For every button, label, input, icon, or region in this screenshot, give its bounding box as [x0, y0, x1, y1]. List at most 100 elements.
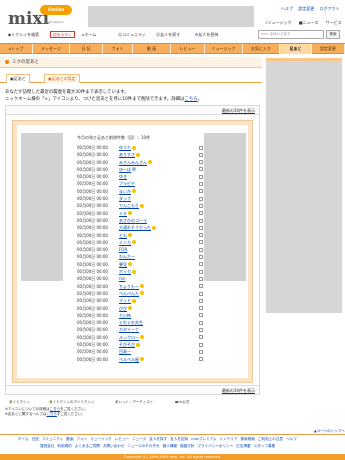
delete-checkbox[interactable] — [199, 320, 203, 325]
search-button[interactable]: 検索 — [326, 30, 340, 39]
show-latest-30-top[interactable]: 最新の30件を表示 — [222, 108, 255, 114]
visitor-name-link[interactable]: 夢見 — [119, 261, 132, 268]
invite-friends-link[interactable]: ✉友人を招待 — [195, 32, 218, 38]
delete-checkbox[interactable] — [199, 247, 203, 252]
right-ad-block[interactable] — [204, 133, 246, 281]
delete-checkbox[interactable] — [199, 276, 203, 281]
footer-info-link[interactable]: スタッフ募集 — [254, 444, 276, 448]
footer-nav-link[interactable]: 友人を探す — [149, 437, 167, 441]
delete-checkbox[interactable] — [199, 298, 203, 303]
visitor-name-link[interactable]: ルックロー — [119, 334, 144, 341]
delete-checkbox[interactable] — [199, 328, 203, 333]
note-icons-link[interactable]: こちら — [50, 407, 61, 411]
tab-diary[interactable]: 日 記 — [70, 44, 103, 54]
footer-nav-link[interactable]: フォト — [76, 437, 87, 441]
delete-checkbox[interactable] — [199, 255, 203, 260]
footer-nav-link[interactable]: 友人を招待 — [170, 437, 188, 441]
settings-link[interactable]: 設定変更 — [298, 6, 314, 11]
footer-info-link[interactable]: お問い合わせ — [103, 444, 125, 448]
delete-checkbox[interactable] — [199, 342, 203, 347]
visitor-name-link[interactable]: みさんみんさん — [119, 159, 152, 166]
tab-top[interactable]: ⌂トップ — [0, 44, 33, 54]
delete-checkbox[interactable] — [199, 349, 203, 354]
visitor-name-link[interactable]: ミキ — [119, 210, 132, 217]
tab-footprint-list[interactable]: ▣足あと — [6, 74, 30, 83]
visitor-name-link[interactable]: ミンカ — [119, 239, 136, 246]
visitor-name-link[interactable]: ボッカ — [119, 268, 136, 275]
footer-nav-link[interactable]: 検索検索 — [241, 437, 255, 441]
footer-info-link[interactable]: 広告掲載 — [236, 444, 250, 448]
delete-checkbox[interactable] — [199, 313, 203, 318]
top-ad-banner[interactable] — [88, 6, 254, 27]
visitor-name-link[interactable]: ゆーぽ — [119, 166, 136, 173]
details-link[interactable]: こちら — [184, 97, 197, 102]
delete-checkbox[interactable] — [199, 335, 203, 340]
footer-nav-link[interactable]: インテリア — [220, 437, 238, 441]
delete-checkbox[interactable] — [199, 233, 203, 238]
note-help-link[interactable]: こちら — [46, 412, 57, 416]
delete-checkbox[interactable] — [199, 291, 203, 296]
tab-review[interactable]: レビュー — [171, 44, 205, 54]
visitor-name-link[interactable]: ぐれぐれ先生 — [119, 319, 143, 326]
services-link[interactable]: サービス — [326, 20, 345, 25]
visitor-name-link[interactable]: FOR — [119, 246, 127, 253]
visitor-name-link[interactable]: ダッフ — [119, 195, 131, 202]
delete-checkbox[interactable] — [199, 203, 203, 208]
footer-nav-link[interactable]: ホーム — [18, 437, 29, 441]
visitor-name-link[interactable]: まいか — [119, 188, 136, 195]
footer-nav-link[interactable]: 動画 — [66, 437, 73, 441]
delete-checkbox[interactable] — [199, 306, 203, 311]
right-ad-banner[interactable] — [266, 58, 342, 313]
footer-info-link[interactable]: ニュースのそれぞれ — [127, 444, 159, 448]
delete-checkbox[interactable] — [199, 160, 203, 165]
visitor-name-link[interactable]: あさひのコーラ — [119, 217, 147, 224]
visitor-name-link[interactable]: わんだー — [119, 253, 135, 260]
visitor-name-link[interactable]: ぴぴ — [119, 305, 132, 312]
footer-nav-link[interactable]: 日記 — [32, 437, 39, 441]
footer-nav-link[interactable]: mixiプレミアム — [191, 437, 216, 441]
news-link[interactable]: ■ニュース — [299, 20, 322, 25]
visitor-name-link[interactable]: とも — [119, 232, 132, 239]
visitor-name-link[interactable]: でんこもり — [119, 202, 144, 209]
footer-info-link[interactable]: 利用規約 — [57, 444, 71, 448]
footer-nav-link[interactable]: ご利用上の注意 — [258, 437, 283, 441]
home-link[interactable]: ⌂ホーム — [82, 32, 96, 38]
visitor-name-link[interactable]: 大通れそうだった — [119, 224, 156, 231]
footer-nav-link[interactable]: ミュージック — [90, 437, 112, 441]
delete-checkbox[interactable] — [199, 152, 203, 157]
footer-info-link[interactable]: 運営会社 — [40, 444, 54, 448]
delete-checkbox[interactable] — [199, 225, 203, 230]
find-friends-link[interactable]: ☺友人を探す — [156, 32, 180, 38]
delete-checkbox[interactable] — [199, 196, 203, 201]
delete-checkbox[interactable] — [199, 284, 203, 289]
footer-info-link[interactable]: よくあるご質問 — [75, 444, 100, 448]
logout-link[interactable]: ログアウト — [320, 6, 340, 11]
delete-checkbox[interactable] — [199, 174, 203, 179]
delete-checkbox[interactable] — [199, 182, 203, 187]
left-ad-block[interactable] — [21, 133, 63, 281]
delete-checkbox[interactable] — [199, 189, 203, 194]
visitor-name-link[interactable]: カタリーナ — [119, 326, 139, 333]
show-latest-30-bottom[interactable]: 最新の30件を表示 — [222, 388, 255, 394]
help-link[interactable]: ヘルプ — [281, 6, 293, 11]
community-link[interactable]: ☺コミュニティ — [118, 32, 146, 38]
tab-photo[interactable]: フォト — [103, 44, 133, 54]
delete-checkbox[interactable] — [199, 240, 203, 245]
tab-messages[interactable]: メッセージ — [33, 44, 70, 54]
delete-checkbox[interactable] — [199, 357, 203, 362]
tab-music[interactable]: ミュージック — [205, 44, 243, 54]
delete-checkbox[interactable] — [199, 211, 203, 216]
visitor-name-link[interactable]: そびそび — [119, 341, 140, 348]
visitor-name-link[interactable]: ゆき — [119, 173, 127, 180]
footer-info-link[interactable]: プライバシーポリシー — [197, 444, 233, 448]
visitor-name-link[interactable]: マッド — [119, 297, 136, 304]
delete-checkbox[interactable] — [199, 269, 203, 274]
tab-settings[interactable]: 設定変更 — [312, 44, 345, 54]
visitor-name-link[interactable]: ron — [119, 275, 126, 282]
visitor-name-link[interactable]: ブラピヤ — [119, 180, 135, 187]
footer-info-link[interactable]: 保護方針 — [180, 444, 194, 448]
footer-info-link[interactable]: 個人情報 — [163, 444, 177, 448]
visitor-name-link[interactable]: ゆうた — [119, 144, 136, 151]
footer-nav-link[interactable]: コミュニティ — [42, 437, 63, 441]
visitor-name-link[interactable]: ペルペル屋 — [119, 356, 144, 363]
